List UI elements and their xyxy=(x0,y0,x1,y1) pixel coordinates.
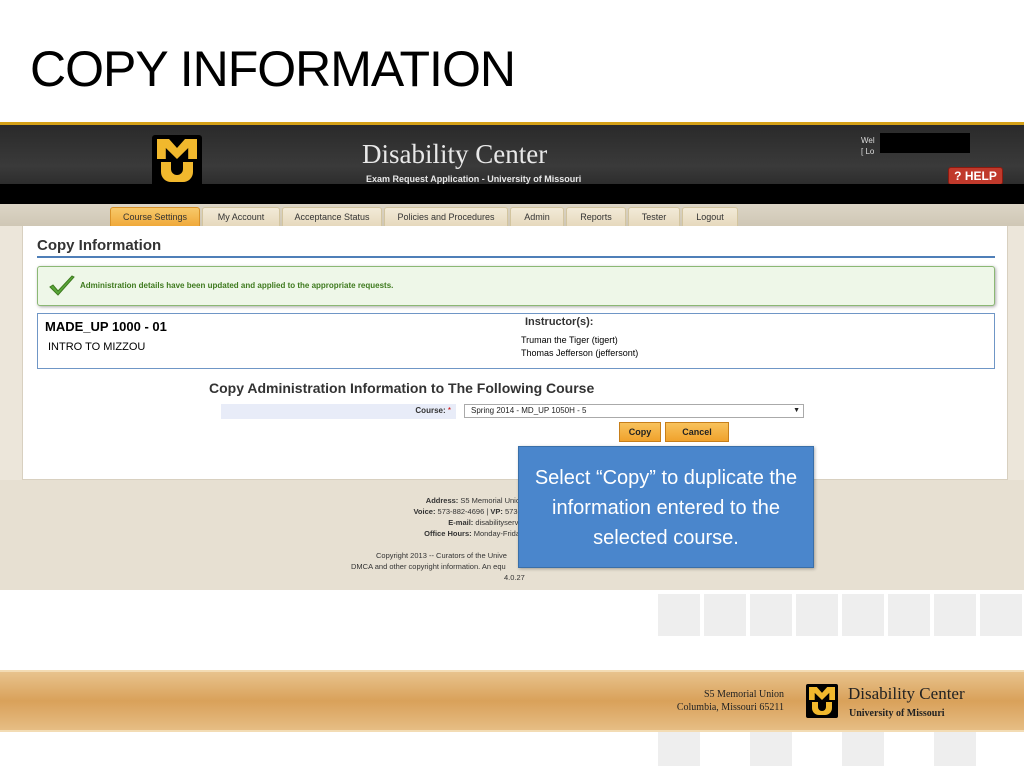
footer-hours-value: Monday-Frida xyxy=(473,529,520,538)
instructor-item: Thomas Jefferson (jeffersont) xyxy=(521,348,639,358)
main-nav: Course Settings My Account Acceptance St… xyxy=(0,204,1024,226)
decorative-tile xyxy=(980,594,1022,636)
footer-copyright: Copyright 2013 -- Curators of the Unive xyxy=(376,551,507,560)
course-name: INTRO TO MIZZOU xyxy=(48,341,146,353)
help-button[interactable]: ? HELP xyxy=(948,167,1003,185)
footer-email: E-mail: disabilityservi xyxy=(300,518,520,527)
course-code: MADE_UP 1000 - 01 xyxy=(45,319,167,334)
footer-hours: Office Hours: Monday-Frida xyxy=(300,529,520,538)
app-footer: Address: S5 Memorial Unio Voice: 573-882… xyxy=(0,480,1024,590)
cancel-button[interactable]: Cancel xyxy=(665,422,729,442)
checkmark-icon xyxy=(49,275,75,296)
copy-button[interactable]: Copy xyxy=(619,422,661,442)
app-title: Disability Center xyxy=(362,139,548,169)
decorative-tile xyxy=(842,594,884,636)
page-title: Copy Information xyxy=(37,237,162,254)
footer-hours-label: Office Hours: xyxy=(424,529,472,538)
tab-policies-procedures[interactable]: Policies and Procedures xyxy=(384,207,508,226)
slide: COPY INFORMATION Disability Center Exam … xyxy=(0,0,1024,768)
brand-address: S5 Memorial Union Columbia, Missouri 652… xyxy=(640,688,784,714)
course-info-panel: MADE_UP 1000 - 01 INTRO TO MIZZOU Instru… xyxy=(37,313,995,369)
app-header: Disability Center Exam Request Applicati… xyxy=(0,122,1024,187)
decorative-tile xyxy=(658,594,700,636)
footer-voice-label: Voice: xyxy=(413,507,436,516)
course-field-label-cell: Course: * xyxy=(221,404,456,419)
header-divider xyxy=(0,184,1024,204)
brand-address-line: Columbia, Missouri 65211 xyxy=(676,702,784,713)
required-mark: * xyxy=(447,406,451,415)
tab-course-settings[interactable]: Course Settings xyxy=(110,207,200,226)
tab-logout[interactable]: Logout xyxy=(682,207,738,226)
tab-reports[interactable]: Reports xyxy=(566,207,626,226)
footer-vp-label: VP: xyxy=(490,507,503,516)
welcome-label: Wel xyxy=(861,136,875,145)
footer-address: Address: S5 Memorial Unio xyxy=(300,496,520,505)
footer-dmca[interactable]: DMCA and other copyright information. An… xyxy=(351,562,506,571)
decorative-tile xyxy=(704,594,746,636)
decorative-tile xyxy=(796,594,838,636)
footer-email-label: E-mail: xyxy=(448,518,474,527)
heading-divider xyxy=(37,256,995,258)
course-select-value: Spring 2014 - MD_UP 1050H - 5 xyxy=(471,406,587,415)
tab-acceptance-status[interactable]: Acceptance Status xyxy=(282,207,382,226)
instructors-label: Instructor(s): xyxy=(525,316,594,328)
course-select[interactable]: Spring 2014 - MD_UP 1050H - 5 ▼ xyxy=(464,404,804,418)
success-alert: Administration details have been updated… xyxy=(37,266,995,306)
brand-university: University of Missouri xyxy=(849,708,945,719)
tab-admin[interactable]: Admin xyxy=(510,207,564,226)
mu-logo-icon xyxy=(152,135,202,187)
slide-title: COPY INFORMATION xyxy=(30,41,516,97)
footer-email-value: disabilityservi xyxy=(475,518,520,527)
course-label-text: Course: xyxy=(415,406,446,415)
footer-version: 4.0.27 xyxy=(504,573,525,582)
logout-link[interactable]: [ Lo xyxy=(861,146,875,157)
footer-address-label: Address: xyxy=(425,496,459,505)
instructor-item: Truman the Tiger (tigert) xyxy=(521,335,618,345)
decorative-tile xyxy=(934,594,976,636)
redacted-user-name xyxy=(880,133,970,153)
footer-voice-value: 573-882-4696 | xyxy=(437,507,489,516)
copy-section-heading: Copy Administration Information to The F… xyxy=(209,380,595,396)
decorative-tile xyxy=(888,594,930,636)
course-field-label: Course: * xyxy=(415,406,451,415)
decorative-tile xyxy=(750,594,792,636)
tab-tester[interactable]: Tester xyxy=(628,207,680,226)
brand-address-line: S5 Memorial Union xyxy=(704,689,784,700)
mu-logo-icon xyxy=(806,684,838,718)
success-message: Administration details have been updated… xyxy=(80,281,394,290)
tab-my-account[interactable]: My Account xyxy=(202,207,280,226)
app-subtitle: Exam Request Application - University of… xyxy=(366,174,582,184)
app-screenshot: Disability Center Exam Request Applicati… xyxy=(0,122,1024,590)
footer-voice: Voice: 573-882-4696 | VP: 573- xyxy=(300,507,520,516)
main-content: Copy Information Administration details … xyxy=(22,226,1008,480)
footer-address-value: S5 Memorial Unio xyxy=(460,496,520,505)
instruction-callout: Select “Copy” to duplicate the informati… xyxy=(518,446,814,568)
brand-name: Disability Center xyxy=(848,684,965,703)
chevron-down-icon: ▼ xyxy=(793,407,800,414)
welcome-text: Wel [ Lo xyxy=(861,135,875,157)
